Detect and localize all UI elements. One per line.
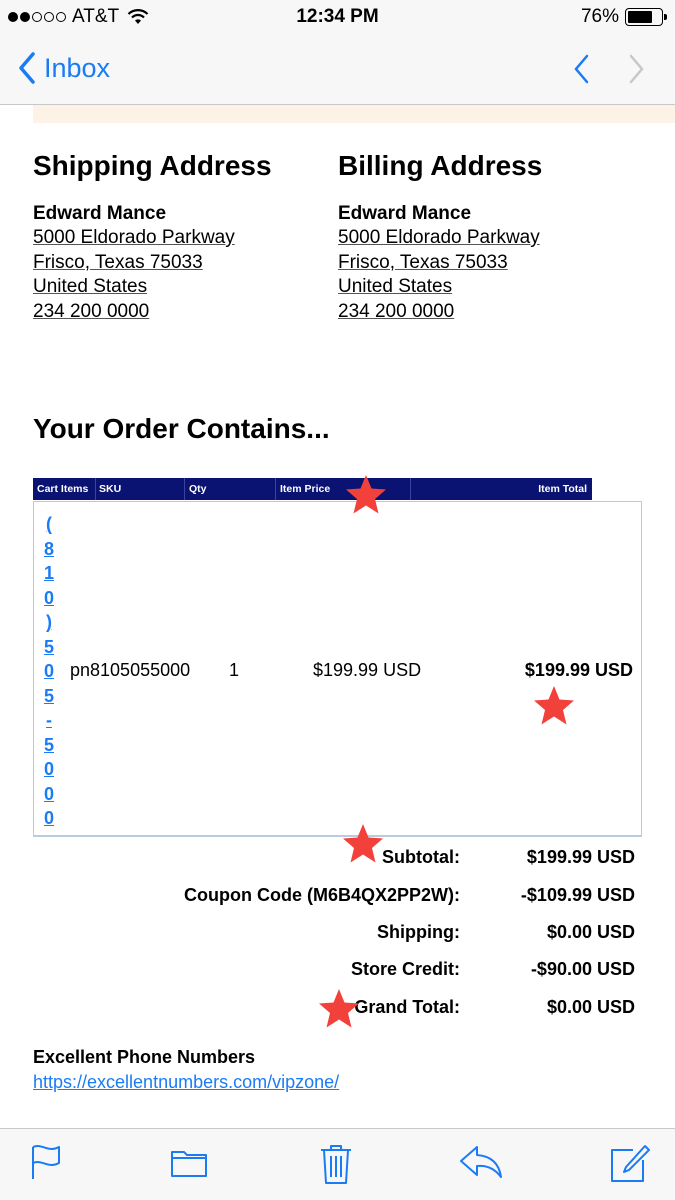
billing-city-link[interactable]: Frisco, Texas 75033	[338, 251, 638, 276]
reply-icon	[460, 1146, 502, 1178]
cart-item-char: 0	[43, 759, 54, 779]
billing-street-link[interactable]: 5000 Eldorado Parkway	[338, 226, 638, 251]
chevron-down-icon	[629, 54, 644, 84]
cart-item-char: 0	[43, 783, 54, 804]
cart-item-char: 5	[43, 734, 54, 755]
cart-item-char: -	[46, 710, 52, 730]
coupon-value: -$109.99 USD	[520, 885, 635, 905]
status-right: 76%	[580, 6, 667, 28]
back-to-inbox-button[interactable]: Inbox	[18, 52, 110, 84]
trash-icon	[321, 1145, 351, 1184]
cart-item-char: 0	[43, 808, 54, 828]
cart-item-char: 0	[43, 587, 54, 608]
shipping-street-link[interactable]: 5000 Eldorado Parkway	[33, 226, 333, 251]
chevron-left-icon	[19, 52, 35, 84]
store-credit-label: Store Credit:	[350, 959, 460, 979]
flag-button[interactable]	[30, 1143, 62, 1186]
item-total: $199.99 USD	[524, 660, 633, 680]
cart-item-char: (	[46, 514, 52, 534]
grand-total-label: Grand Total:	[354, 997, 460, 1017]
subtotal-value: $199.99 USD	[526, 847, 635, 867]
shipping-phone-link[interactable]: 234 200 0000	[33, 300, 333, 325]
column-cart-items: Cart Items	[37, 483, 89, 495]
battery-icon	[625, 8, 667, 26]
column-sku: SKU	[99, 483, 122, 495]
email-banner	[33, 105, 675, 123]
cart-item-char: 1	[43, 563, 54, 583]
star-icon	[346, 475, 386, 514]
item-qty: 1	[229, 660, 240, 680]
coupon-label: Coupon Code (M6B4QX2PP2W):	[183, 885, 460, 905]
billing-phone-link[interactable]: 234 200 0000	[338, 300, 638, 325]
bottom-toolbar	[0, 1128, 675, 1200]
store-credit-row: Store Credit: -$90.00 USD	[0, 959, 675, 983]
next-message-button[interactable]	[629, 54, 645, 89]
move-to-folder-button[interactable]	[170, 1143, 208, 1186]
grand-total-value: $0.00 USD	[546, 997, 635, 1017]
shipping-country-link[interactable]: United States	[33, 275, 333, 300]
status-bar: AT&T 12:34 PM 76%	[0, 0, 675, 36]
order-heading: Your Order Contains...	[33, 413, 330, 444]
cart-item-char: 5	[43, 636, 54, 657]
cart-item-link[interactable]: ( 8 1 0 ) 5 0 5 - 5 0 0 0	[43, 512, 55, 831]
battery-fill	[628, 11, 653, 23]
clock: 12:34 PM	[296, 6, 379, 27]
shipping-name: Edward Mance	[33, 203, 167, 224]
navigation-bar: Inbox	[0, 36, 675, 105]
back-label: Inbox	[44, 52, 111, 83]
shipping-row: Shipping: $0.00 USD	[0, 922, 675, 946]
battery-percent: 76%	[580, 6, 619, 27]
shipping-address: Shipping Address Edward Mance 5000 Eldor…	[33, 148, 333, 324]
cart-item-char: 8	[43, 538, 54, 559]
star-icon	[343, 824, 383, 863]
previous-message-button[interactable]	[573, 54, 589, 89]
column-item-total: Item Total	[538, 483, 587, 495]
subtotal-label: Subtotal:	[382, 847, 460, 867]
company-name: Excellent Phone Numbers	[33, 1047, 256, 1067]
billing-heading: Billing Address	[338, 150, 543, 181]
star-icon	[534, 686, 574, 725]
item-price: $199.99 USD	[313, 660, 422, 680]
chevron-up-icon	[574, 54, 589, 84]
message-navigation	[533, 54, 645, 89]
billing-name: Edward Mance	[338, 203, 472, 224]
coupon-row: Coupon Code (M6B4QX2PP2W): -$109.99 USD	[0, 885, 675, 909]
order-table-row: ( 8 1 0 ) 5 0 5 - 5 0 0 0 pn8105055000 1…	[33, 501, 642, 837]
delete-button[interactable]	[319, 1143, 353, 1190]
shipping-label: Shipping:	[377, 922, 460, 942]
shipping-city-link[interactable]: Frisco, Texas 75033	[33, 251, 333, 276]
star-icon	[319, 989, 359, 1028]
vipzone-link[interactable]: https://excellentnumbers.com/vipzone/	[33, 1072, 339, 1093]
cart-item-char: 5	[43, 685, 54, 706]
folder-icon	[171, 1151, 207, 1177]
column-item-price: Item Price	[280, 483, 331, 495]
billing-address: Billing Address Edward Mance 5000 Eldora…	[338, 148, 638, 324]
cart-item-char: )	[46, 612, 52, 632]
shipping-heading: Shipping Address	[33, 150, 272, 181]
subtotal-row: Subtotal: $199.99 USD	[0, 847, 675, 871]
compose-icon	[611, 1145, 650, 1182]
order-table-header: Cart Items SKU Qty Item Price Item Total	[33, 478, 592, 500]
reply-button[interactable]	[459, 1143, 503, 1186]
store-credit-value: -$90.00 USD	[530, 959, 635, 979]
shipping-value: $0.00 USD	[546, 922, 635, 942]
compose-button[interactable]	[609, 1143, 651, 1190]
flag-icon	[32, 1145, 60, 1179]
item-sku: pn8105055000	[70, 660, 191, 680]
cart-item-char: 0	[43, 661, 54, 681]
column-qty: Qty	[189, 483, 207, 495]
billing-country-link[interactable]: United States	[338, 275, 638, 300]
email-view: AT&T 12:34 PM 76% Inbox Shipping Address…	[0, 0, 675, 1200]
